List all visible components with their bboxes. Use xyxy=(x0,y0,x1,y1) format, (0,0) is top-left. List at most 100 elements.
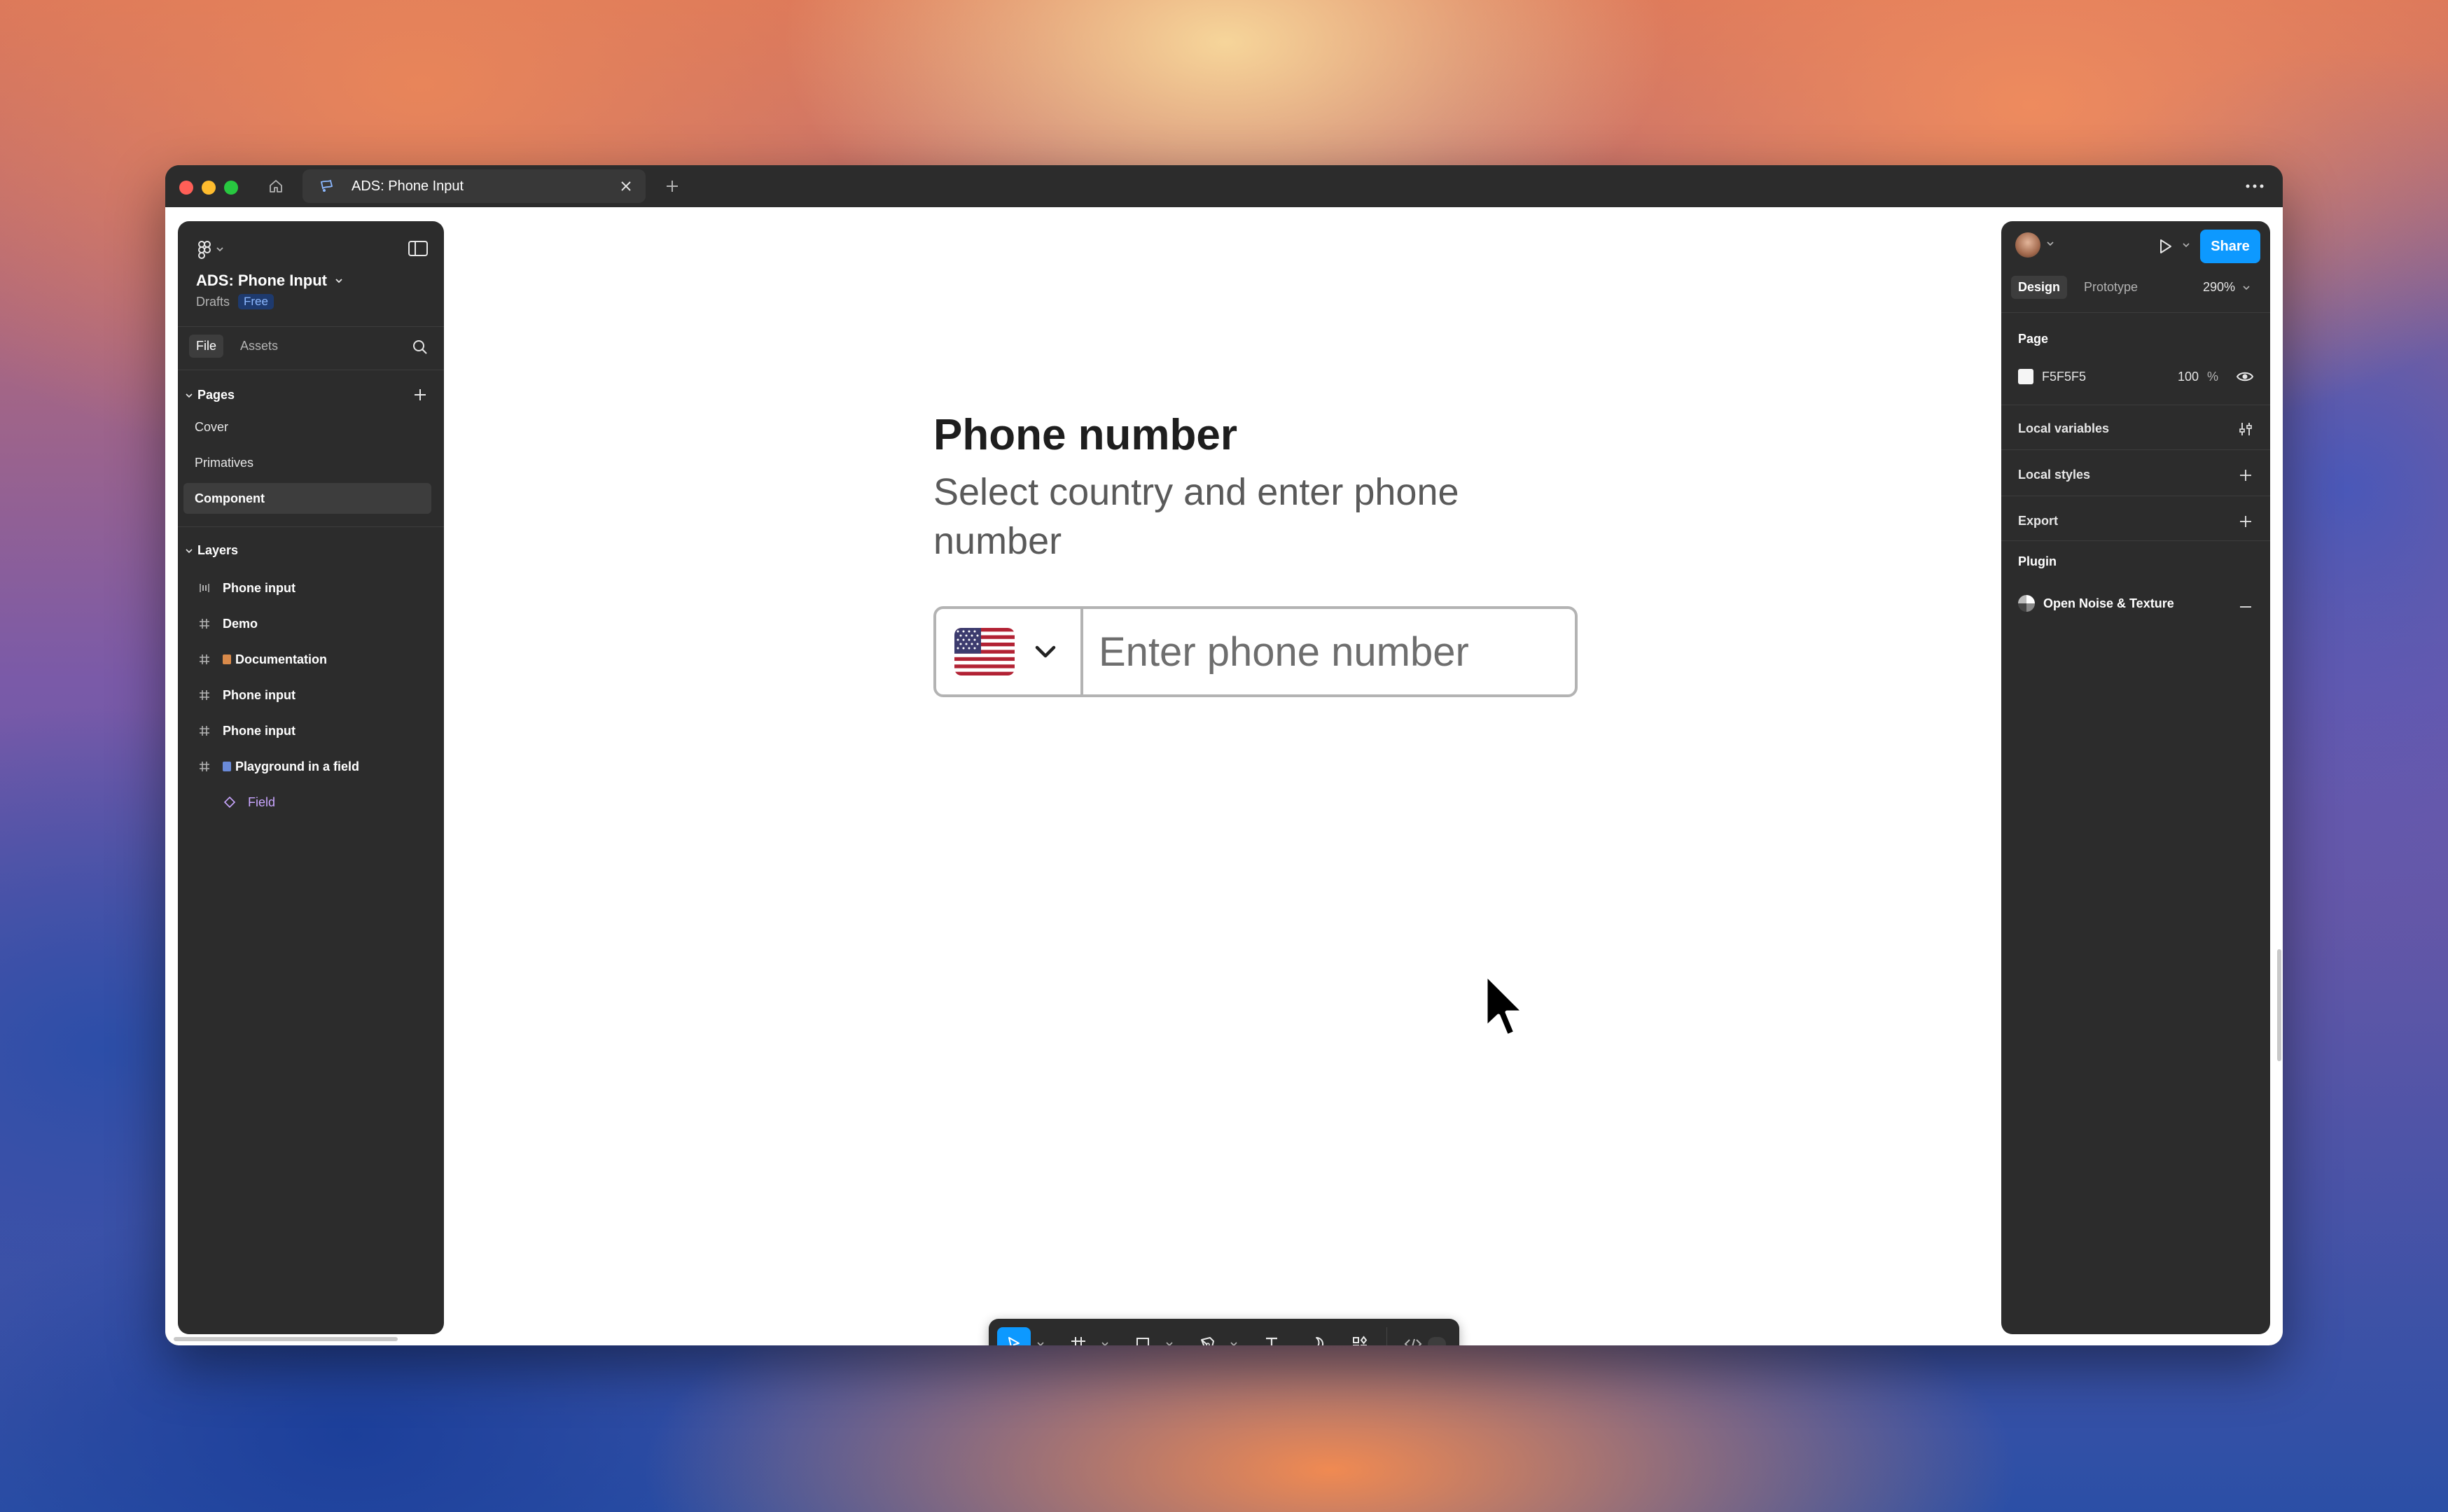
layer-label: Field xyxy=(248,794,276,809)
tab-file[interactable]: File xyxy=(189,335,224,358)
frame-title: Phone number xyxy=(933,411,1238,459)
add-icon[interactable] xyxy=(2237,466,2255,484)
file-name-menu[interactable]: ADS: Phone Input xyxy=(196,272,344,290)
person-emoji-icon xyxy=(223,762,231,771)
variables-settings-icon[interactable] xyxy=(2237,420,2255,438)
frame-icon xyxy=(196,758,213,775)
move-tool-menu[interactable] xyxy=(1034,1327,1048,1345)
toolbar-divider xyxy=(1386,1327,1387,1345)
plan-badge[interactable]: Free xyxy=(238,294,274,309)
frame-tool-button[interactable] xyxy=(1062,1327,1095,1345)
local-variables-label[interactable]: Local variables xyxy=(2018,421,2109,436)
figma-file-icon xyxy=(320,179,333,192)
new-tab-icon[interactable] xyxy=(661,175,683,197)
shape-tool-menu[interactable] xyxy=(1162,1327,1176,1345)
home-button[interactable] xyxy=(262,174,290,199)
layer-item[interactable]: Demo xyxy=(183,608,431,639)
add-icon[interactable] xyxy=(2237,512,2255,531)
page-color-opacity[interactable]: 100 xyxy=(2162,370,2199,384)
right-panel-tabs: Design Prototype xyxy=(2011,276,2145,299)
chevron-down-icon xyxy=(1037,1342,1044,1345)
page-color-hex[interactable]: F5F5F5 xyxy=(2042,370,2162,384)
layers-header: Layers xyxy=(197,543,239,557)
pencil-emoji-icon xyxy=(223,654,231,664)
window-minimize-button[interactable] xyxy=(202,181,216,195)
export-label[interactable]: Export xyxy=(2018,514,2058,528)
design-canvas[interactable]: Phone number Select country and enter ph… xyxy=(165,207,2283,1345)
layer-item[interactable]: Phone input xyxy=(183,680,431,710)
share-button[interactable]: Share xyxy=(2200,230,2260,263)
comment-icon xyxy=(1316,1336,1324,1345)
layer-item[interactable]: Playground in a field xyxy=(183,751,431,782)
actions-tool-button[interactable] xyxy=(1343,1327,1377,1345)
rectangle-tool-button[interactable] xyxy=(1126,1327,1160,1345)
dev-mode-toggle[interactable] xyxy=(1398,1327,1451,1345)
properties-panel: Share Design Prototype 290% Page F5F5F5 … xyxy=(2001,221,2270,1334)
phone-number-field[interactable] xyxy=(1083,609,1575,694)
local-styles-label[interactable]: Local styles xyxy=(2018,468,2090,482)
present-play-icon[interactable] xyxy=(2155,237,2175,256)
code-icon xyxy=(1404,1338,1422,1345)
sidebar-toggle-icon[interactable] xyxy=(408,239,429,258)
frame-subtitle: Select country and enter phone number xyxy=(933,471,1459,562)
frame-tool-menu[interactable] xyxy=(1098,1327,1112,1345)
chevron-down-icon[interactable] xyxy=(2181,239,2192,251)
panel-divider xyxy=(178,326,444,327)
page-item-cover[interactable]: Cover xyxy=(183,412,431,442)
pen-tool-button[interactable] xyxy=(1190,1327,1224,1345)
pen-tool-menu[interactable] xyxy=(1227,1327,1241,1345)
left-panel-tabs: File Assets xyxy=(189,335,285,358)
text-tool-button[interactable] xyxy=(1255,1327,1288,1345)
file-meta: Drafts Free xyxy=(196,294,274,309)
country-select[interactable] xyxy=(936,609,1083,694)
eye-icon[interactable] xyxy=(2235,367,2255,386)
add-page-icon[interactable] xyxy=(410,385,430,405)
phone-input-component[interactable] xyxy=(933,606,1578,697)
dev-mode-switch[interactable] xyxy=(1428,1337,1446,1345)
plugin-name: Open Noise & Texture xyxy=(2043,596,2174,610)
phone-number-input[interactable] xyxy=(1097,627,1575,676)
layer-item[interactable]: Documentation xyxy=(183,644,431,675)
window-maximize-button[interactable] xyxy=(224,181,238,195)
vertical-scrollbar[interactable] xyxy=(2277,949,2281,1061)
figma-logo-icon[interactable] xyxy=(195,239,237,260)
zoom-menu[interactable]: 290% xyxy=(2203,280,2251,295)
avatar[interactable] xyxy=(2015,232,2040,258)
layer-item[interactable]: Phone input xyxy=(183,573,431,603)
chevron-down-icon xyxy=(1035,645,1056,658)
frame-icon xyxy=(196,651,213,668)
plugin-item[interactable]: Open Noise & Texture xyxy=(2018,595,2174,612)
page-item-primatives[interactable]: Primatives xyxy=(183,447,431,478)
chevron-down-icon xyxy=(1230,1342,1237,1345)
move-tool-button[interactable] xyxy=(997,1327,1031,1345)
page-color-row[interactable]: F5F5F5 100 % xyxy=(2018,363,2221,391)
tab-prototype[interactable]: Prototype xyxy=(2077,276,2145,299)
page-color-swatch[interactable] xyxy=(2018,369,2033,384)
tab-file[interactable]: ADS: Phone Input xyxy=(302,169,646,203)
search-icon[interactable] xyxy=(410,337,430,357)
layer-label: Phone input xyxy=(223,723,295,738)
tools-toolbar xyxy=(989,1319,1459,1345)
tab-design[interactable]: Design xyxy=(2011,276,2068,299)
layer-item[interactable]: Field xyxy=(183,787,431,818)
tab-assets[interactable]: Assets xyxy=(233,335,285,358)
comment-tool-button[interactable] xyxy=(1300,1327,1333,1345)
page-item-component[interactable]: Component xyxy=(183,483,431,514)
pages-section-header[interactable]: Pages xyxy=(185,388,235,402)
frame-icon xyxy=(196,615,213,632)
remove-plugin-icon[interactable] xyxy=(2237,598,2255,616)
window-close-button[interactable] xyxy=(179,181,193,195)
more-options-icon[interactable] xyxy=(2241,175,2269,197)
autolayout-icon xyxy=(196,580,213,596)
home-icon xyxy=(270,180,282,192)
horizontal-scrollbar[interactable] xyxy=(174,1337,398,1341)
file-location[interactable]: Drafts xyxy=(196,295,230,309)
panel-divider xyxy=(2001,540,2270,541)
close-icon[interactable] xyxy=(618,178,634,195)
chevron-down-icon xyxy=(335,279,342,284)
layers-section-header[interactable]: Layers xyxy=(185,543,238,558)
panel-divider xyxy=(178,526,444,527)
layer-item[interactable]: Phone input xyxy=(183,715,431,746)
mouse-pointer-icon xyxy=(1484,972,1526,1038)
chevron-down-icon[interactable] xyxy=(2045,238,2056,249)
